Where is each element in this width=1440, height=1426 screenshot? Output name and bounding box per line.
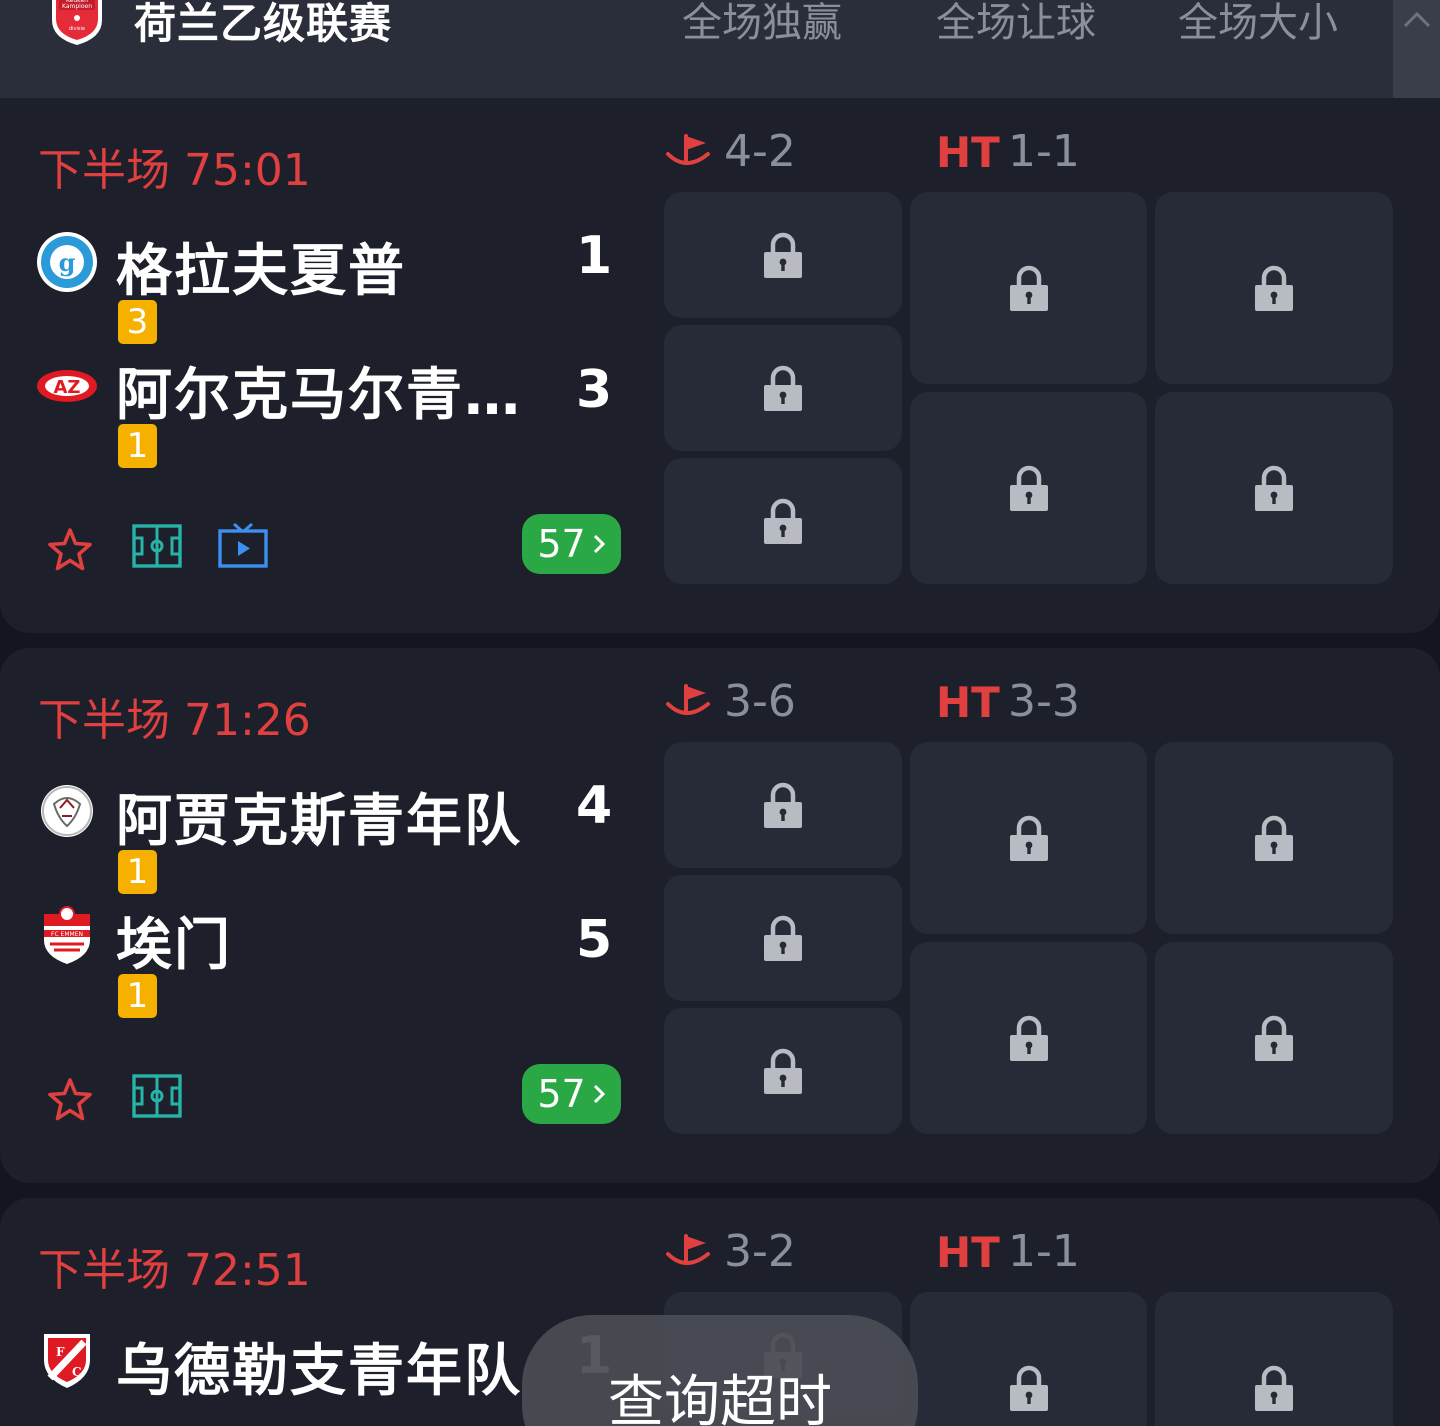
halftime-score: 3-3 (1008, 676, 1080, 727)
lock-icon (763, 497, 803, 545)
collapse-button[interactable] (1393, 0, 1440, 98)
chevron-up-icon (1403, 11, 1430, 28)
lock-icon (1009, 814, 1049, 862)
more-markets-button[interactable]: 57 (522, 1064, 621, 1124)
odds-cell-home-win[interactable] (664, 742, 902, 868)
odds-cell-over[interactable] (1155, 1292, 1393, 1426)
lock-icon (1254, 464, 1294, 512)
chevron-right-icon (593, 534, 605, 554)
odds-cell-home-win[interactable] (664, 192, 902, 318)
lock-icon (1254, 1014, 1294, 1062)
svg-text:Kampioen: Kampioen (62, 3, 92, 10)
yellow-card-count: 1 (118, 974, 157, 1018)
halftime-score: 1-1 (1008, 126, 1080, 177)
halftime-label: HT (936, 678, 1000, 727)
svg-text:F: F (56, 1345, 65, 1359)
odds-cell-under[interactable] (1155, 942, 1393, 1134)
favorite-star-icon[interactable] (46, 526, 94, 574)
home-team-name: 乌德勒支青年队 (116, 1339, 522, 1404)
pitch-animation-icon[interactable] (132, 1074, 182, 1118)
odds-cell-over[interactable] (1155, 742, 1393, 934)
odds-cell-handicap-away[interactable] (910, 942, 1147, 1134)
team-logo-away: AZ (37, 370, 97, 402)
halftime-score: 1-1 (1008, 1226, 1080, 1277)
lock-icon (1254, 1364, 1294, 1412)
league-logo-icon: Keuken Kampioen divisie (52, 0, 102, 45)
halftime-label: HT (936, 1228, 1000, 1277)
svg-text:g: g (59, 248, 76, 277)
league-header[interactable]: Keuken Kampioen divisie 荷兰乙级联赛 全场独赢 全场让球… (0, 0, 1440, 98)
odds-cell-under[interactable] (1155, 392, 1393, 584)
team-logo-home (41, 785, 93, 837)
lock-icon (763, 364, 803, 412)
yellow-card-count: 3 (118, 300, 157, 344)
match-card[interactable]: 下半场 75:01 4-2 HT 1-1 g 格拉夫夏普 1 3 AZ 阿尔克马… (0, 98, 1440, 633)
away-team-name: 阿尔克马尔青… (116, 363, 522, 428)
lock-icon (1254, 814, 1294, 862)
home-team-name: 格拉夫夏普 (116, 239, 406, 304)
lock-icon (1009, 464, 1049, 512)
away-team-score: 3 (576, 360, 613, 420)
more-markets-button[interactable]: 57 (522, 514, 621, 574)
home-team-score: 1 (576, 226, 613, 286)
corner-flag-icon (664, 682, 712, 722)
corner-flag-icon (664, 132, 712, 172)
match-time: 下半场 71:26 (38, 695, 311, 746)
odds-cell-over[interactable] (1155, 192, 1393, 384)
corner-flag-icon (664, 1232, 712, 1272)
chevron-right-icon (593, 1084, 605, 1104)
match-time: 下半场 72:51 (38, 1245, 311, 1296)
odds-cell-handicap-home[interactable] (910, 742, 1147, 934)
yellow-card-count: 1 (118, 424, 157, 468)
away-team-score: 5 (576, 910, 613, 970)
column-header-moneyline: 全场独赢 (682, 0, 842, 46)
more-markets-count: 57 (537, 522, 586, 566)
match-time: 下半场 75:01 (38, 145, 311, 196)
odds-cell-handicap-away[interactable] (910, 392, 1147, 584)
odds-cell-draw[interactable] (664, 458, 902, 584)
live-tv-icon[interactable] (218, 522, 268, 568)
toast-message: 查询超时 (608, 1370, 832, 1426)
odds-cell-away-win[interactable] (664, 325, 902, 451)
odds-cell-handicap-home[interactable] (910, 192, 1147, 384)
home-team-name: 阿贾克斯青年队 (116, 789, 522, 854)
match-card[interactable]: 下半场 71:26 3-6 HT 3-3 阿贾克斯青年队 4 1 FC EMME… (0, 648, 1440, 1183)
league-title: 荷兰乙级联赛 (134, 0, 393, 48)
lock-icon (1009, 264, 1049, 312)
halftime-label: HT (936, 128, 1000, 177)
away-team-name: 埃门 (116, 913, 232, 978)
lock-icon (763, 781, 803, 829)
lock-icon (1254, 264, 1294, 312)
yellow-card-count: 1 (118, 850, 157, 894)
more-markets-count: 57 (537, 1072, 586, 1116)
corner-score: 3-2 (724, 1226, 796, 1277)
odds-cell-away-win[interactable] (664, 875, 902, 1001)
corner-score: 4-2 (724, 126, 796, 177)
column-header-handicap: 全场让球 (936, 0, 1096, 46)
svg-text:AZ: AZ (54, 377, 81, 398)
odds-cell-draw[interactable] (664, 1008, 902, 1134)
svg-text:C: C (72, 1365, 82, 1379)
team-logo-home: F C (44, 1334, 90, 1388)
lock-icon (1009, 1364, 1049, 1412)
lock-icon (1009, 1014, 1049, 1062)
pitch-animation-icon[interactable] (132, 524, 182, 568)
lock-icon (763, 231, 803, 279)
lock-icon (763, 914, 803, 962)
team-logo-away: FC EMMEN (44, 906, 90, 964)
team-logo-home: g (37, 232, 97, 292)
column-header-over-under: 全场大小 (1178, 0, 1338, 46)
odds-cell-handicap-home[interactable] (910, 1292, 1147, 1426)
timeout-toast: 查询超时 (522, 1315, 918, 1426)
lock-icon (763, 1047, 803, 1095)
svg-text:FC EMMEN: FC EMMEN (51, 931, 83, 938)
favorite-star-icon[interactable] (46, 1076, 94, 1124)
svg-text:divisie: divisie (69, 26, 85, 32)
home-team-score: 4 (576, 776, 613, 836)
corner-score: 3-6 (724, 676, 796, 727)
